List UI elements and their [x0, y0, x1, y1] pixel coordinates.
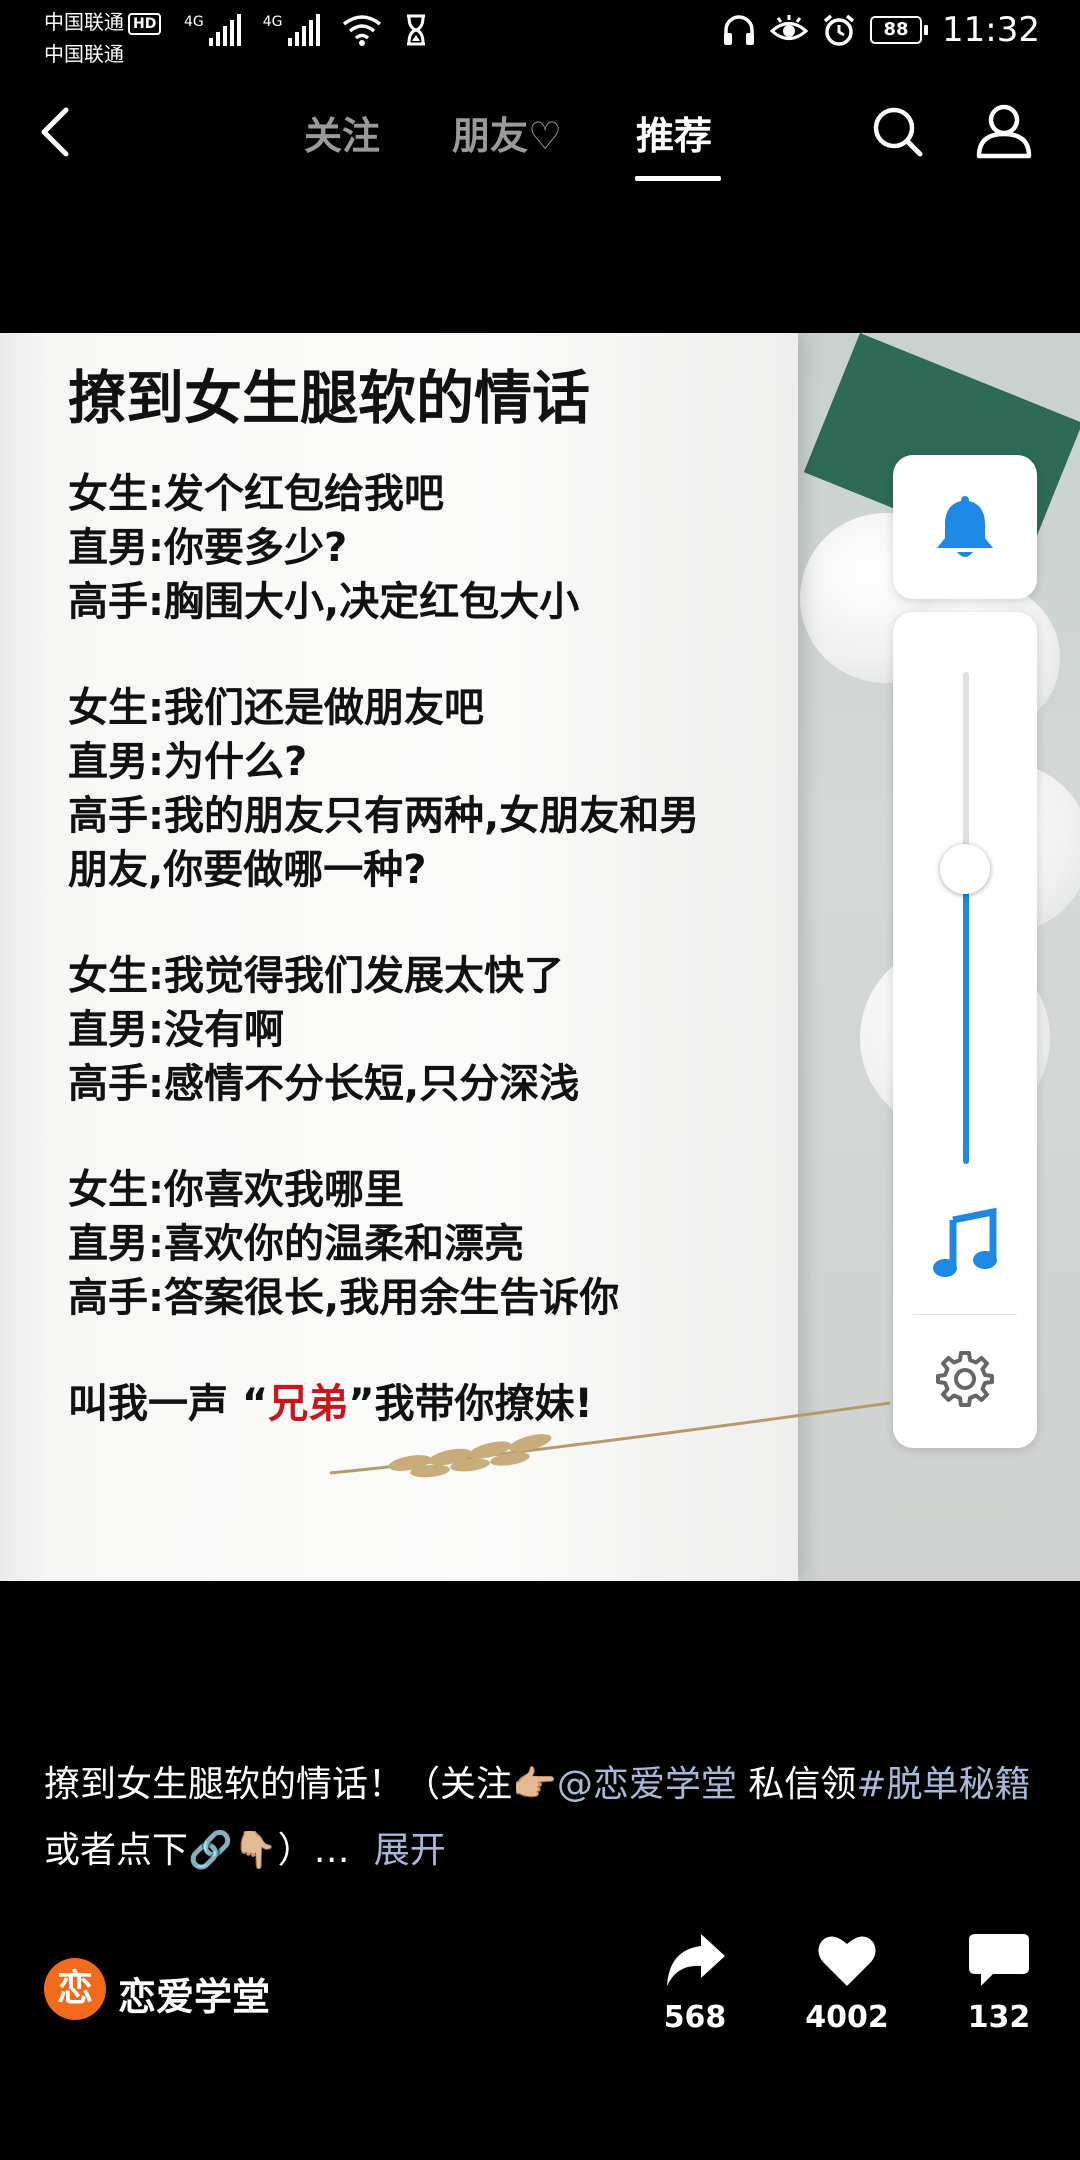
quote-line: 高手:胸围大小,决定红包大小 — [68, 579, 580, 625]
headphones-icon — [724, 15, 755, 45]
quote-line: 女生:我们还是做朋友吧 — [68, 685, 484, 731]
notification-toggle[interactable] — [893, 455, 1037, 599]
wheat-decoration — [330, 1401, 891, 1478]
share-button[interactable]: 568 — [635, 1930, 755, 2035]
quote-line: 直男:喜欢你的温柔和漂亮 — [68, 1221, 524, 1267]
signal-indicators: 4G 4G — [184, 14, 428, 46]
tab-friends[interactable]: 朋友♡ — [452, 105, 562, 160]
status-right: 88 11:32 — [722, 10, 1040, 50]
stanza-3: 女生:我觉得我们发展太快了 直男:没有啊 高手:感情不分长短,只分深浅 — [68, 949, 699, 1111]
alarm-icon — [823, 14, 855, 46]
eye-icon — [770, 15, 809, 40]
signal-icon: 4G — [263, 14, 320, 46]
caption-text: ）… — [277, 1830, 350, 1871]
quote-line: 高手:答案很长,我用余生告诉你 — [68, 1275, 620, 1321]
gear-icon[interactable] — [935, 1349, 995, 1409]
profile-icon[interactable] — [974, 100, 1034, 160]
quote-line: 直男:你要多少? — [68, 525, 348, 571]
comment-count: 132 — [967, 2000, 1031, 2035]
volume-slider[interactable] — [963, 672, 969, 1164]
hourglass-icon — [406, 14, 425, 46]
caption-text: 私信领 — [736, 1764, 857, 1805]
comment-icon — [969, 1934, 1029, 1986]
share-icon — [667, 1934, 725, 1986]
volume-slider-fill — [963, 868, 969, 1164]
pointing-hand-emoji: 👉🏼 — [512, 1764, 557, 1805]
quote-line: 高手:感情不分长短,只分深浅 — [68, 1061, 580, 1107]
heart-icon — [818, 1936, 876, 1986]
caption-mention-link[interactable]: @恋爱学堂 — [557, 1764, 737, 1805]
signal-icon: 4G — [184, 14, 241, 46]
quote-line: 女生:你喜欢我哪里 — [68, 1167, 404, 1213]
hd-badge: HD — [128, 12, 162, 35]
closing-pre: 叫我一声 “ — [68, 1381, 269, 1427]
back-icon[interactable] — [36, 104, 76, 160]
comment-button[interactable]: 132 — [939, 1930, 1059, 2035]
caption-text: 或者点下 — [44, 1830, 189, 1871]
share-count: 568 — [663, 2000, 727, 2035]
clock: 11:32 — [942, 10, 1040, 50]
volume-slider-handle[interactable] — [940, 843, 990, 894]
like-button[interactable]: 4002 — [787, 1930, 907, 2035]
search-icon[interactable] — [870, 104, 926, 160]
battery-level: 88 — [870, 16, 923, 44]
volume-panel — [893, 612, 1037, 1448]
panel-divider — [913, 1314, 1017, 1315]
status-carriers: 中国联通 HD 中国联通 — [44, 6, 162, 70]
caption-hashtag-link[interactable]: #脱单秘籍 — [856, 1764, 1030, 1805]
network-type-2: 4G — [262, 14, 283, 30]
link-pointing-emoji: 🔗👇🏼 — [188, 1830, 278, 1871]
battery-icon: 88 — [870, 16, 929, 44]
stanza-4: 女生:你喜欢我哪里 直男:喜欢你的温柔和漂亮 高手:答案很长,我用余生告诉你 — [68, 1163, 699, 1325]
stanza-2: 女生:我们还是做朋友吧 直男:为什么? 高手:我的朋友只有两种,女朋友和男 朋友… — [68, 681, 699, 897]
quote-line: 直男:为什么? — [68, 739, 308, 785]
active-tab-indicator — [635, 176, 721, 181]
quote-line: 女生:我觉得我们发展太快了 — [68, 953, 564, 999]
video-title: 撩到女生腿软的情话 — [68, 364, 591, 432]
tab-follow[interactable]: 关注 — [304, 105, 380, 160]
quote-line: 朋友,你要做哪一种? — [68, 847, 427, 893]
author-name[interactable]: 恋爱学堂 — [118, 1966, 270, 2021]
quote-line: 直男:没有啊 — [68, 1007, 284, 1053]
carrier-1: 中国联通 — [44, 10, 124, 34]
quote-text: 撩到女生腿软的情话 女生:发个红包给我吧 直男:你要多少? 高手:胸围大小,决定… — [68, 353, 699, 1431]
author-avatar[interactable]: 恋 — [44, 1958, 106, 2020]
caption-text: 撩到女生腿软的情话！（关注 — [44, 1764, 513, 1805]
bell-icon — [937, 496, 993, 557]
expand-caption-button[interactable]: 展开 — [374, 1830, 446, 1871]
quote-line: 女生:发个红包给我吧 — [68, 471, 444, 517]
wifi-icon — [342, 15, 381, 46]
tab-recommend[interactable]: 推荐 — [636, 105, 712, 160]
video-caption: 撩到女生腿软的情话！（关注👉🏼@恋爱学堂 私信领#脱单秘籍 或者点下🔗👇🏼）… 展… — [44, 1752, 1044, 1884]
stanza-1: 女生:发个红包给我吧 直男:你要多少? 高手:胸围大小,决定红包大小 — [68, 467, 699, 629]
carrier-2: 中国联通 — [44, 42, 124, 66]
like-count: 4002 — [805, 2000, 889, 2035]
quote-line: 高手:我的朋友只有两种,女朋友和男 — [68, 793, 700, 839]
network-type-1: 4G — [184, 14, 204, 30]
music-note-icon[interactable] — [931, 1208, 999, 1280]
